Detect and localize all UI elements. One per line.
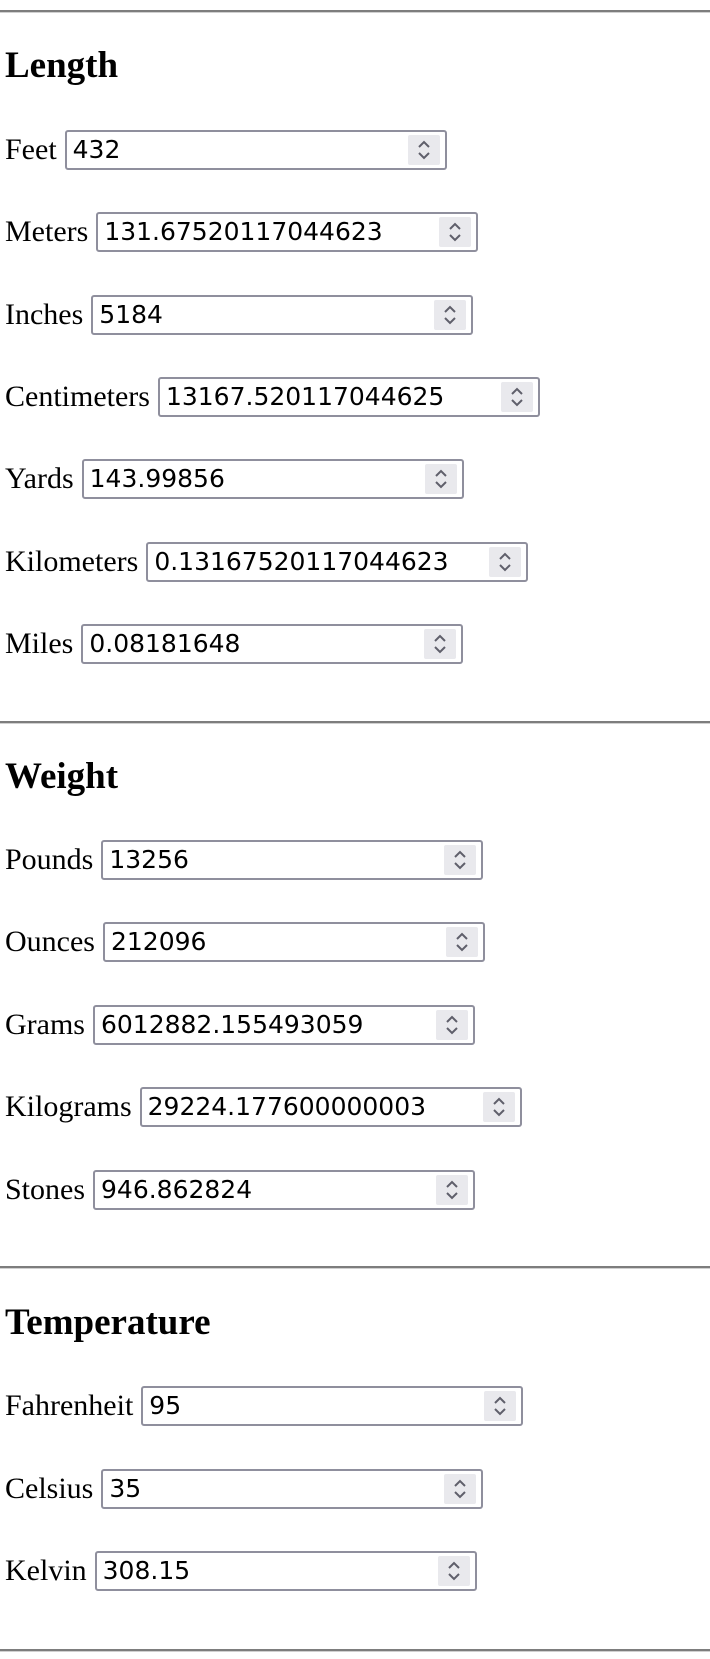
unit-row-stones: Stones [5,1168,476,1212]
unit-label: Kilometers [5,545,139,578]
chevron-up-down-icon[interactable] [489,547,522,577]
chevron-up-down-icon[interactable] [435,1010,468,1040]
unit-label: Meters [5,215,89,248]
feet-input[interactable] [72,132,393,168]
number-field [157,377,540,417]
section-divider [0,10,710,13]
number-field [64,130,447,170]
chevron-up-down-icon[interactable] [439,217,472,247]
meters-input[interactable] [104,214,425,250]
unit-label: Kilograms [5,1090,132,1123]
number-field [92,1005,475,1045]
unit-label: Inches [5,298,84,331]
unit-row-centimeters: Centimeters [5,375,540,419]
fahrenheit-input[interactable] [149,1388,470,1424]
unit-label: Yards [5,462,74,495]
number-field [81,459,464,499]
celsius-input[interactable] [109,1471,430,1507]
grams-input[interactable] [100,1007,421,1043]
chevron-up-down-icon[interactable] [445,927,478,957]
unit-label: Feet [5,133,57,166]
unit-row-kilograms: Kilograms [5,1085,522,1129]
chevron-up-down-icon[interactable] [444,845,477,875]
kelvin-input[interactable] [102,1553,423,1589]
stones-input[interactable] [101,1172,422,1208]
chevron-up-down-icon[interactable] [424,629,457,659]
unit-row-pounds: Pounds [5,838,484,882]
unit-row-meters: Meters [5,210,479,254]
chevron-up-down-icon[interactable] [434,300,467,330]
unit-label: Pounds [5,843,94,876]
number-field [96,212,479,252]
section-divider [0,721,710,724]
kilometers-input[interactable] [154,544,475,580]
number-field [93,1170,476,1210]
chevron-up-down-icon[interactable] [482,1092,515,1122]
number-field [139,1087,522,1127]
chevron-up-down-icon[interactable] [424,464,457,494]
section-title-weight: Weight [5,756,119,797]
number-field [101,840,484,880]
kilograms-input[interactable] [147,1089,468,1125]
section-divider [0,1649,710,1652]
unit-row-feet: Feet [5,128,447,172]
unit-row-kelvin: Kelvin [5,1549,477,1593]
number-field [81,624,464,664]
number-field [102,922,485,962]
unit-label: Centimeters [5,380,150,413]
unit-row-celsius: Celsius [5,1467,484,1511]
pounds-input[interactable] [109,842,430,878]
chevron-up-down-icon[interactable] [437,1556,470,1586]
unit-label: Fahrenheit [5,1389,134,1422]
number-field [101,1469,484,1509]
section-divider [0,1266,710,1269]
unit-label: Grams [5,1008,85,1041]
unit-label: Stones [5,1173,86,1206]
ounces-input[interactable] [110,924,431,960]
yards-input[interactable] [89,461,410,497]
unit-label: Miles [5,627,74,660]
unit-label: Celsius [5,1472,94,1505]
chevron-up-down-icon[interactable] [444,1474,477,1504]
unit-row-grams: Grams [5,1003,475,1047]
unit-row-miles: Miles [5,622,464,666]
section-title-length: Length [5,45,119,86]
unit-row-kilometers: Kilometers [5,540,529,584]
unit-label: Ounces [5,925,95,958]
unit-row-inches: Inches [5,293,474,337]
chevron-up-down-icon[interactable] [500,382,533,412]
number-field [146,542,529,582]
unit-row-fahrenheit: Fahrenheit [5,1384,524,1428]
chevron-up-down-icon[interactable] [407,135,440,165]
section-title-temperature: Temperature [5,1302,211,1343]
unit-row-yards: Yards [5,457,464,501]
number-field [91,295,474,335]
unit-row-ounces: Ounces [5,920,485,964]
miles-input[interactable] [89,626,410,662]
unit-label: Kelvin [5,1554,87,1587]
centimeters-input[interactable] [165,379,486,415]
inches-input[interactable] [99,297,420,333]
number-field [94,1551,477,1591]
chevron-up-down-icon[interactable] [484,1391,517,1421]
chevron-up-down-icon[interactable] [436,1175,469,1205]
number-field [141,1386,524,1426]
